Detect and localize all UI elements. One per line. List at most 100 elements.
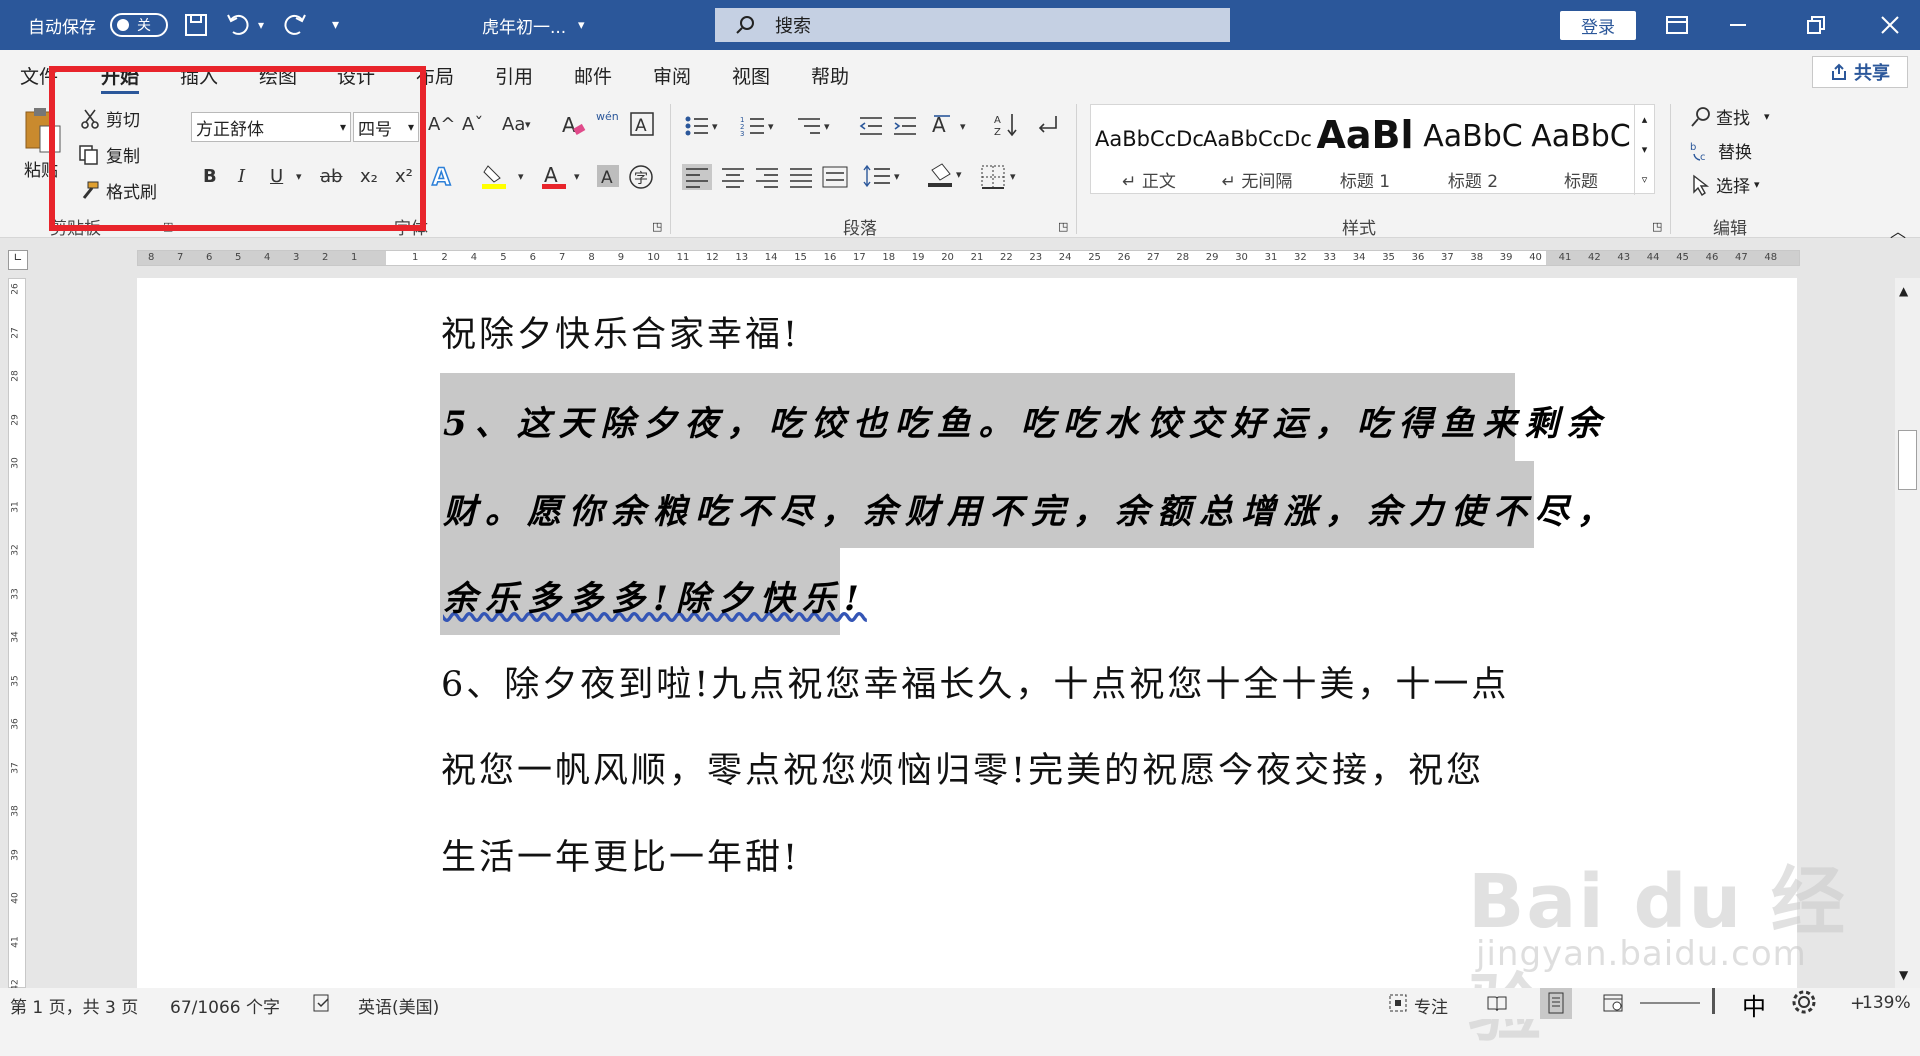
ruler-tick-label: 33 (1323, 252, 1337, 263)
selected-text-line[interactable]: 余乐多多多!除夕快乐! (443, 571, 867, 620)
horizontal-ruler[interactable]: ∟ 8 7 6 5 4 3 2 1 1 2 4 5 6 7 8 9 10 11 12 13 14 15 16 17 18 19 20… (0, 238, 1920, 278)
ruler-tick-label: 2 (441, 252, 448, 263)
redo-icon[interactable] (282, 0, 310, 50)
numbering-icon[interactable]: 1 2 3 ▾ (740, 114, 780, 138)
find-button[interactable]: 查找 ▾ (1690, 104, 1770, 129)
style-sample: AaBbC (1423, 119, 1523, 154)
align-left-icon[interactable] (682, 164, 712, 190)
selected-text-line[interactable]: 5、这天除夕夜，吃饺也吃鱼。吃吃水饺交好运，吃得鱼来剩余 (443, 396, 1609, 445)
web-layout-icon[interactable] (1602, 993, 1624, 1013)
proofing-icon[interactable] (312, 993, 332, 1013)
grow-font-button[interactable]: A^ (428, 114, 455, 135)
focus-icon[interactable] (1388, 993, 1410, 1013)
paragraph-launcher-icon[interactable]: ◳ (1058, 220, 1068, 233)
vertical-ruler[interactable]: 26 27 28 29 30 31 32 33 34 35 36 37 38 39 40 41 42 (0, 278, 40, 991)
style-normal[interactable]: AaBbCcDc ↵ 正文 (1095, 105, 1203, 195)
doc-title[interactable]: 虎年初一... (482, 0, 566, 50)
style-title[interactable]: AaBbC 标题 (1527, 105, 1635, 195)
close-icon[interactable] (1880, 0, 1900, 50)
selected-text-line[interactable]: 财。愿你余粮吃不尽，余财用不完，余额总增涨，余力使不尽， (443, 484, 1619, 533)
styles-scroll[interactable]: ▴ ▾ ▿ (1634, 105, 1654, 195)
tab-help[interactable]: 帮助 (811, 62, 849, 89)
borders-icon[interactable]: ▾ (980, 164, 1024, 190)
save-icon[interactable] (183, 0, 209, 50)
chevron-down-icon[interactable]: ▾ (574, 170, 580, 183)
distributed-icon[interactable] (822, 166, 848, 188)
ruler-margin-right (1546, 251, 1799, 265)
tab-selector-icon[interactable]: ∟ (8, 250, 28, 270)
increase-indent-icon[interactable] (892, 114, 918, 138)
focus-label[interactable]: 专注 (1414, 993, 1448, 1018)
undo-icon[interactable] (225, 0, 253, 50)
enclose-char-icon[interactable]: 字 (628, 164, 654, 190)
customize-qat-icon[interactable]: ▾ (332, 0, 339, 50)
undo-dropdown-icon[interactable]: ▾ (258, 0, 264, 50)
chevron-up-icon[interactable]: ▴ (1635, 105, 1654, 135)
autosave-toggle[interactable]: 关 (110, 13, 168, 37)
document-line[interactable]: 祝您一帆风顺，零点祝您烦恼归零!完美的祝愿今夜交接，祝您 (441, 742, 1484, 793)
shading-icon[interactable]: ▾ (926, 162, 966, 188)
char-scaling-icon[interactable]: A ▾ (932, 112, 972, 138)
change-case-button[interactable]: Aa (502, 114, 525, 135)
ime-indicator[interactable]: 中 (1742, 987, 1766, 1022)
styles-launcher-icon[interactable]: ◳ (1652, 220, 1662, 233)
chevron-down-icon[interactable]: ▾ (518, 170, 524, 183)
share-button[interactable]: 共享 (1812, 56, 1908, 88)
tab-review[interactable]: 审阅 (653, 62, 691, 89)
svg-text:A: A (432, 163, 451, 190)
scroll-down-icon[interactable]: ▼ (1899, 968, 1908, 982)
chevron-down-icon[interactable]: ▾ (1635, 135, 1654, 165)
word-count[interactable]: 67/1066 个字 (170, 993, 280, 1018)
clear-format-icon[interactable]: A (560, 112, 586, 138)
style-heading-2[interactable]: AaBbC 标题 2 (1419, 105, 1527, 195)
scroll-up-icon[interactable]: ▲ (1899, 284, 1908, 298)
font-launcher-icon[interactable]: ◳ (652, 220, 662, 233)
phonetic-guide-icon[interactable]: wén (596, 110, 619, 123)
ruler-tick-label: 12 (706, 252, 719, 263)
editing-group-label: 编辑 (1713, 219, 1747, 239)
shrink-font-button[interactable]: Aˇ (462, 114, 483, 135)
login-button[interactable]: 登录 (1560, 11, 1636, 40)
sort-icon[interactable]: AZ (994, 112, 1020, 138)
select-button[interactable]: 选择 ▾ (1690, 172, 1760, 197)
highlight-color-icon[interactable] (480, 162, 510, 190)
replace-button[interactable]: bc 替换 (1690, 138, 1752, 164)
zoom-slider-thumb[interactable] (1712, 988, 1715, 1014)
gear-icon[interactable] (1790, 988, 1818, 1016)
search-box[interactable]: 搜索 (715, 8, 1230, 42)
chevron-down-icon[interactable]: ▾ (525, 118, 531, 131)
document-line[interactable]: 6、除夕夜到啦!九点祝您幸福长久，十点祝您十全十美，十一点 (441, 656, 1509, 707)
zoom-level[interactable]: 139% (1862, 993, 1911, 1013)
justify-icon[interactable] (788, 166, 814, 188)
tab-references[interactable]: 引用 (495, 62, 533, 89)
tab-view[interactable]: 视图 (732, 62, 770, 89)
print-layout-icon[interactable] (1540, 988, 1572, 1019)
language-status[interactable]: 英语(美国) (358, 993, 439, 1018)
multilevel-list-icon[interactable]: ▾ (796, 114, 836, 138)
text-effects-icon[interactable]: A (430, 162, 456, 190)
ribbon-display-icon[interactable] (1665, 0, 1689, 50)
scroll-thumb[interactable] (1898, 430, 1917, 490)
bullets-icon[interactable]: ▾ (684, 114, 724, 138)
read-mode-icon[interactable] (1486, 993, 1508, 1013)
title-dropdown-icon[interactable]: ▾ (578, 0, 585, 50)
align-center-icon[interactable] (720, 166, 746, 188)
char-shading-icon[interactable]: A (596, 164, 620, 188)
font-color-icon[interactable]: A (540, 162, 568, 190)
decrease-indent-icon[interactable] (858, 114, 884, 138)
style-no-spacing[interactable]: AaBbCcDc ↵ 无间隔 (1203, 105, 1311, 195)
char-border-icon[interactable]: A (630, 112, 654, 136)
tab-mailings[interactable]: 邮件 (574, 62, 612, 89)
vertical-scrollbar[interactable]: ▲ ▼ (1895, 278, 1920, 988)
minimize-icon[interactable] (1728, 0, 1748, 50)
line-spacing-icon[interactable]: ▾ (862, 164, 906, 188)
style-heading-1[interactable]: AaBl 标题 1 (1311, 105, 1419, 195)
page-count[interactable]: 第 1 页，共 3 页 (10, 993, 138, 1018)
document-line[interactable]: 生活一年更比一年甜! (441, 829, 800, 880)
restore-icon[interactable] (1806, 0, 1826, 50)
more-icon[interactable]: ▿ (1635, 165, 1654, 195)
align-right-icon[interactable] (754, 166, 780, 188)
show-marks-icon[interactable] (1034, 112, 1060, 138)
zoom-slider-track[interactable] (1640, 1002, 1700, 1004)
document-line[interactable]: 祝除夕快乐合家幸福! (441, 306, 800, 357)
